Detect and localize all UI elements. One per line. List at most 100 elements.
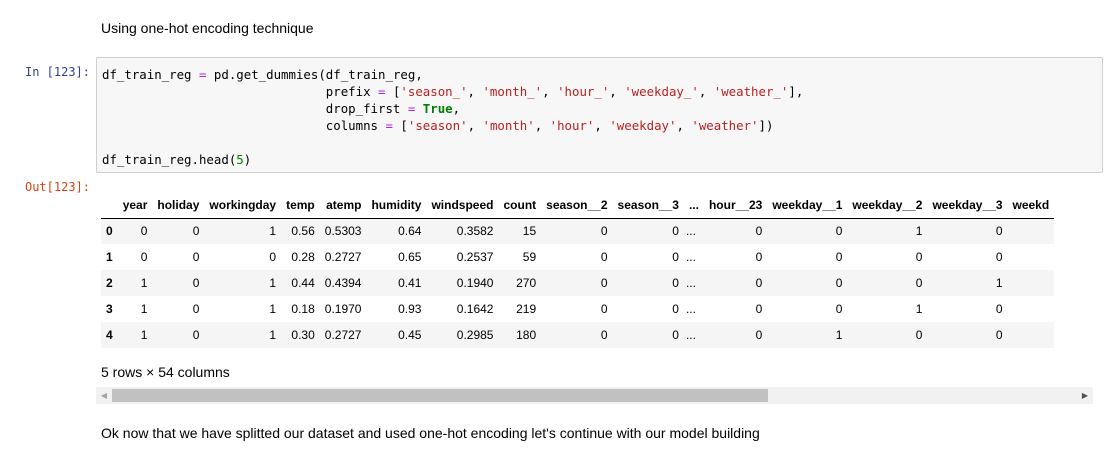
scrollbar-thumb[interactable] bbox=[112, 389, 768, 402]
table-row: 4 1 0 1 0.30 0.2727 0.45 0.2985 180 0 0... 0 1 0 0 bbox=[101, 322, 1055, 348]
table-cell: 0.64 bbox=[398, 224, 422, 239]
table-cell: 0 bbox=[140, 250, 148, 264]
column-header: holiday bbox=[152, 192, 205, 219]
dataframe-table: year holiday workingday temp atemp humidity wi… bbox=[101, 192, 1055, 348]
column-header: atemp bbox=[319, 192, 367, 219]
table-cell: 1 bbox=[995, 276, 1003, 290]
table-cell: 0.2985 bbox=[456, 328, 494, 342]
table-cell: 0 bbox=[755, 224, 763, 239]
row-index: 4 bbox=[106, 328, 113, 342]
code-cell[interactable]: df_train_reg = pd.get_dummies(df_train_r… bbox=[96, 57, 1103, 173]
column-header: ... bbox=[683, 192, 704, 219]
column-header: humidity bbox=[366, 192, 427, 219]
code-line-6: df_train_reg.head(5) bbox=[102, 152, 252, 167]
table-cell: 0 bbox=[600, 302, 608, 316]
table-row: 3 1 0 1 0.18 0.1970 0.93 0.1642 219 0 0... 0 0 1 0 bbox=[101, 296, 1054, 322]
table-cell: 0 bbox=[755, 328, 763, 342]
column-header: count bbox=[498, 192, 542, 219]
table-cell: 0.2727 bbox=[324, 250, 362, 264]
table-cell: ... bbox=[685, 224, 696, 239]
table-cell: 1 bbox=[269, 302, 277, 316]
table-cell: 0.28 bbox=[291, 250, 315, 264]
table-cell: 0.18 bbox=[291, 302, 315, 316]
table-body: 0 0 0 1 0.56 0.5303 0.64 0.3582 15 0 0... 0 0 1 0 1 0 0 0 0… bbox=[101, 218, 1055, 348]
dataframe-shape-text: 5 rows × 54 columns bbox=[101, 364, 230, 380]
table-cell: 0 bbox=[672, 250, 679, 264]
table-cell bbox=[1008, 244, 1055, 270]
table-cell: 0.30 bbox=[291, 328, 315, 342]
table-cell: 0.44 bbox=[291, 276, 315, 290]
table-cell: 1 bbox=[915, 224, 923, 239]
table-cell: 0 bbox=[192, 250, 200, 264]
table-cell: 1 bbox=[269, 276, 277, 290]
table-cell: 0.93 bbox=[398, 302, 422, 316]
table-cell: ... bbox=[685, 250, 696, 264]
table-cell: 0 bbox=[915, 250, 923, 264]
column-header bbox=[101, 192, 118, 219]
input-prompt: In [123]: bbox=[24, 65, 90, 79]
table-cell bbox=[1008, 218, 1055, 244]
column-header: season__2 bbox=[541, 192, 613, 219]
table-cell: 0 bbox=[995, 224, 1003, 239]
table-cell: 0 bbox=[192, 302, 200, 316]
table-cell: 1 bbox=[269, 328, 277, 342]
table-cell: ... bbox=[685, 328, 696, 342]
column-header: weekday__1 bbox=[767, 192, 848, 219]
table-cell: 0.1970 bbox=[324, 302, 362, 316]
row-index: 2 bbox=[106, 276, 113, 290]
table-cell: 1 bbox=[915, 302, 923, 316]
table-cell: 0 bbox=[835, 224, 843, 239]
code-line-1: df_train_reg = pd.get_dummies(df_train_r… bbox=[102, 67, 423, 82]
table-cell: 1 bbox=[140, 276, 148, 290]
table-cell: 0 bbox=[835, 302, 843, 316]
table-cell: 0 bbox=[672, 224, 679, 239]
table-cell: 0 bbox=[995, 328, 1003, 342]
table-cell: 0 bbox=[672, 276, 679, 290]
table-cell: 0 bbox=[192, 276, 200, 290]
horizontal-scrollbar[interactable]: ◀ ▶ bbox=[96, 387, 1093, 404]
table-cell: 270 bbox=[516, 276, 537, 290]
scroll-right-arrow-icon[interactable]: ▶ bbox=[1077, 387, 1093, 404]
table-cell: 1 bbox=[835, 328, 843, 342]
table-cell: 0 bbox=[755, 250, 763, 264]
table-cell: 0.45 bbox=[398, 328, 422, 342]
table-cell: 0 bbox=[755, 302, 763, 316]
table-cell: 180 bbox=[516, 328, 537, 342]
table-cell: 0 bbox=[995, 302, 1003, 316]
table-cell: 0 bbox=[835, 250, 843, 264]
markdown-conclusion-text: Ok now that we have splitted our dataset… bbox=[101, 425, 760, 441]
table-cell: 0 bbox=[835, 276, 843, 290]
table-cell: 0 bbox=[672, 328, 679, 342]
table-cell: 0 bbox=[600, 224, 608, 239]
table-cell: 0 bbox=[600, 276, 608, 290]
table-cell: ... bbox=[685, 302, 696, 316]
row-index: 1 bbox=[106, 250, 113, 264]
code-editor[interactable]: df_train_reg = pd.get_dummies(df_train_r… bbox=[102, 66, 803, 168]
table-cell bbox=[1008, 296, 1055, 322]
column-header: temp bbox=[281, 192, 320, 219]
table-cell: 0 bbox=[600, 250, 608, 264]
column-header: season__3 bbox=[612, 192, 684, 219]
code-line-3: drop_first = True, bbox=[102, 101, 461, 116]
table-cell: 0.1940 bbox=[456, 276, 494, 290]
table-cell: 0 bbox=[672, 302, 679, 316]
table-cell: 0.41 bbox=[398, 276, 422, 290]
scroll-left-arrow-icon[interactable]: ◀ bbox=[96, 387, 112, 404]
table-cell: 1 bbox=[140, 302, 148, 316]
column-header: windspeed bbox=[426, 192, 499, 219]
table-cell bbox=[1008, 270, 1055, 296]
table-cell: 0.2537 bbox=[456, 250, 494, 264]
table-cell: 0.3582 bbox=[456, 224, 494, 239]
table-cell: 0 bbox=[915, 328, 923, 342]
column-header: year bbox=[117, 192, 153, 219]
table-cell: 0 bbox=[755, 276, 763, 290]
table-cell: 0 bbox=[140, 224, 148, 239]
table-cell: 0 bbox=[192, 328, 200, 342]
column-header: hour__23 bbox=[703, 192, 768, 219]
table-cell: 0.56 bbox=[291, 224, 315, 239]
table-cell: 0.1642 bbox=[456, 302, 494, 316]
table-cell: 15 bbox=[522, 224, 537, 239]
column-header: weekday__3 bbox=[927, 192, 1008, 219]
column-header: weekd bbox=[1007, 192, 1055, 219]
column-header: weekday__2 bbox=[847, 192, 928, 219]
